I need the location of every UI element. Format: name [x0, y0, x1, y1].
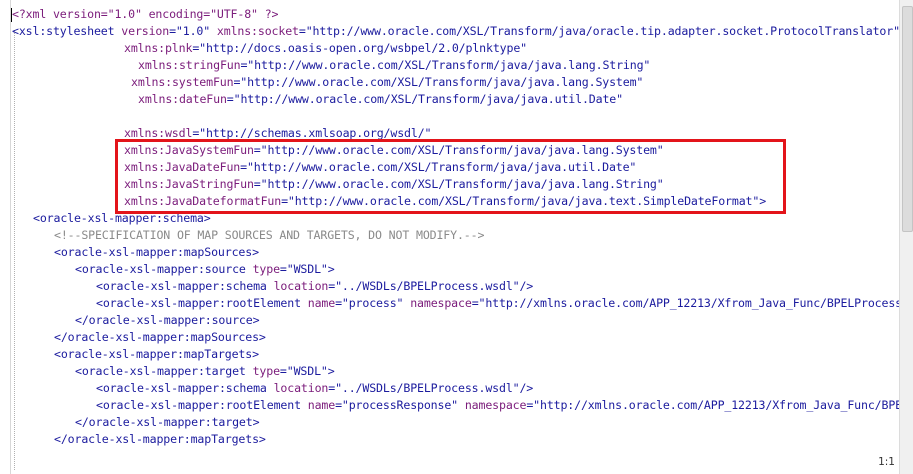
code-line: <oracle-xsl-mapper:target type="WSDL"> [75, 363, 335, 380]
code-token: ="http://xmlns.oracle.com/APP_12213/Xfro… [471, 296, 899, 310]
xml-code-editor[interactable]: <?xml version="1.0" encoding="UTF-8" ?> <… [0, 0, 899, 474]
code-token: <oracle-xsl-mapper:target [75, 364, 253, 378]
code-token: xmlns:systemFun [131, 75, 234, 89]
code-token: ="../WSDLs/BPELProcess.wsdl"/> [328, 381, 534, 395]
code-token: ="WSDL"> [279, 262, 335, 276]
code-token: <oracle-xsl-mapper:rootElement [96, 398, 308, 412]
code-token: name [307, 398, 336, 412]
code-line: <oracle-xsl-mapper:schema location="../W… [96, 380, 533, 397]
code-token: namespace [464, 398, 527, 412]
code-token: ="WSDL"> [279, 364, 335, 378]
code-token: type [252, 262, 280, 276]
code-token: <oracle-xsl-mapper:schema [96, 381, 274, 395]
highlight-annotation-box [115, 139, 786, 214]
code-token: ="../WSDLs/BPELProcess.wsdl"/> [328, 279, 534, 293]
code-line: </oracle-xsl-mapper:target> [75, 414, 260, 431]
code-token: xmlns:dateFun [138, 92, 227, 106]
vertical-scrollbar[interactable] [899, 0, 913, 474]
code-token: ="processResponse" [335, 398, 465, 412]
code-token: </oracle-xsl-mapper:mapSources> [54, 330, 266, 344]
code-token: ="http://schemas.xmlsoap.org/wsdl/" [192, 126, 432, 140]
code-token: ="http://docs.oasis-open.org/wsbpel/2.0/… [192, 41, 527, 55]
code-token: xmlns:stringFun [138, 58, 241, 72]
code-token: </oracle-xsl-mapper:target> [75, 415, 260, 429]
code-line: xmlns:dateFun="http://www.oracle.com/XSL… [138, 91, 623, 108]
code-token: name [307, 296, 336, 310]
code-token: <oracle-xsl-mapper:rootElement [96, 296, 308, 310]
code-token: xmlns:wsdl [124, 126, 193, 140]
code-line: <oracle-xsl-mapper:mapSources> [54, 244, 259, 261]
code-line: xmlns:plnk="http://docs.oasis-open.org/w… [124, 40, 527, 57]
code-line: </oracle-xsl-mapper:source> [75, 312, 260, 329]
code-token: <!--SPECIFICATION OF MAP SOURCES AND TAR… [54, 228, 485, 242]
code-token: <oracle-xsl-mapper:schema [96, 279, 274, 293]
code-token: xmlns:socket [216, 24, 299, 38]
editor-gutter [0, 0, 11, 474]
code-line: <oracle-xsl-mapper:source type="WSDL"> [75, 261, 335, 278]
code-token: <oracle-xsl-mapper:mapSources> [54, 245, 259, 259]
code-token: ="process" [335, 296, 411, 310]
code-line: <oracle-xsl-mapper:schema location="../W… [96, 278, 533, 295]
caret-position-indicator: 1:1 [876, 455, 897, 469]
code-token: ="1.0" [169, 24, 217, 38]
code-token: location [273, 381, 329, 395]
fold-guide-line [14, 30, 15, 470]
code-token: ="http://www.oracle.com/XSL/Transform/ja… [233, 75, 644, 89]
code-token: xmlns:plnk [124, 41, 193, 55]
code-token: <xsl:stylesheet [12, 24, 122, 38]
code-token: <oracle-xsl-mapper:mapTargets> [54, 347, 259, 361]
code-token: ="http://xmlns.oracle.com/APP_12213/Xfro… [526, 398, 899, 412]
code-token: </oracle-xsl-mapper:source> [75, 313, 260, 327]
code-line: <!--SPECIFICATION OF MAP SOURCES AND TAR… [54, 227, 484, 244]
code-token: <?xml version="1.0" encoding="UTF-8" ?> [12, 7, 279, 21]
vertical-scrollbar-thumb[interactable] [902, 6, 913, 232]
code-line: <oracle-xsl-mapper:rootElement name="pro… [96, 295, 899, 312]
code-token: <oracle-xsl-mapper:source [75, 262, 253, 276]
text-cursor [11, 8, 12, 22]
code-token: location [273, 279, 329, 293]
code-token: version [121, 24, 170, 38]
code-token: ="http://www.oracle.com/XSL/Transform/ja… [240, 58, 651, 72]
code-token: ="http://www.oracle.com/XSL/Transform/ja… [298, 24, 899, 38]
fold-guide-column [11, 0, 19, 474]
code-line: <xsl:stylesheet version="1.0" xmlns:sock… [12, 23, 899, 40]
code-line: </oracle-xsl-mapper:mapSources> [54, 329, 266, 346]
code-line: </oracle-xsl-mapper:mapTargets> [54, 431, 266, 448]
code-token: namespace [410, 296, 472, 310]
code-line: <?xml version="1.0" encoding="UTF-8" ?> [12, 6, 279, 23]
code-token: </oracle-xsl-mapper:mapTargets> [54, 432, 266, 446]
code-token: ="http://www.oracle.com/XSL/Transform/ja… [226, 92, 623, 106]
code-line: <oracle-xsl-mapper:rootElement name="pro… [96, 397, 899, 414]
code-line: xmlns:systemFun="http://www.oracle.com/X… [131, 74, 643, 91]
code-line: <oracle-xsl-mapper:mapTargets> [54, 346, 259, 363]
code-token: type [252, 364, 280, 378]
code-line: xmlns:stringFun="http://www.oracle.com/X… [138, 57, 650, 74]
